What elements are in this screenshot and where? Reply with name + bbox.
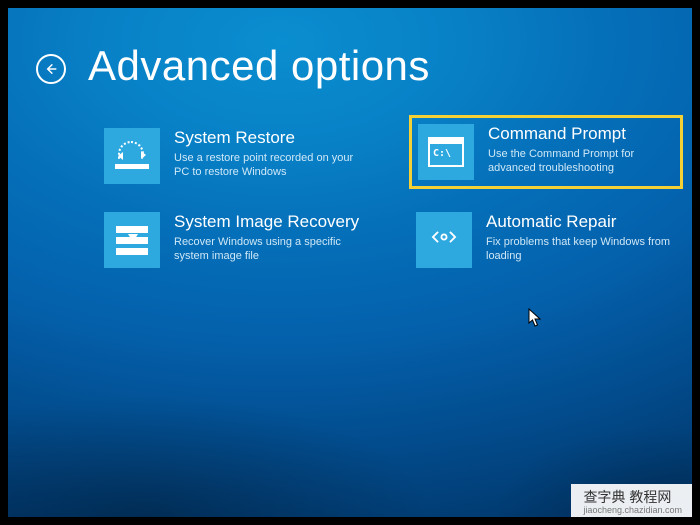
option-tile bbox=[104, 212, 160, 268]
restore-icon bbox=[112, 136, 152, 176]
option-title: System Image Recovery bbox=[174, 212, 364, 232]
advanced-options-list: System Restore Use a restore point recor… bbox=[8, 90, 692, 272]
option-automatic-repair[interactable]: Automatic Repair Fix problems that keep … bbox=[412, 208, 680, 272]
cmd-icon: C:\ bbox=[428, 137, 464, 167]
option-command-prompt[interactable]: C:\ Command Prompt Use the Command Promp… bbox=[412, 118, 680, 186]
option-title: System Restore bbox=[174, 128, 364, 148]
option-desc: Recover Windows using a specific system … bbox=[174, 235, 364, 263]
option-title: Automatic Repair bbox=[486, 212, 676, 232]
option-desc: Use the Command Prompt for advanced trou… bbox=[488, 147, 674, 175]
option-tile bbox=[104, 128, 160, 184]
back-button[interactable] bbox=[36, 54, 66, 84]
repair-icon bbox=[427, 220, 461, 260]
watermark-text: 查字典 教程网 bbox=[583, 489, 671, 505]
option-title: Command Prompt bbox=[488, 124, 674, 144]
option-system-image-recovery[interactable]: System Image Recovery Recover Windows us… bbox=[100, 208, 368, 272]
option-desc: Fix problems that keep Windows from load… bbox=[486, 235, 676, 263]
option-system-restore[interactable]: System Restore Use a restore point recor… bbox=[100, 124, 368, 192]
arrow-left-icon bbox=[43, 61, 59, 77]
option-desc: Use a restore point recorded on your PC … bbox=[174, 151, 364, 179]
option-tile bbox=[416, 212, 472, 268]
watermark-url: jiaocheng.chazidian.com bbox=[583, 505, 682, 515]
recover-icon bbox=[112, 220, 152, 260]
watermark: 查字典 教程网 jiaocheng.chazidian.com bbox=[571, 484, 692, 517]
mouse-cursor-icon bbox=[528, 308, 542, 328]
option-tile: C:\ bbox=[418, 124, 474, 180]
page-title: Advanced options bbox=[88, 42, 430, 90]
